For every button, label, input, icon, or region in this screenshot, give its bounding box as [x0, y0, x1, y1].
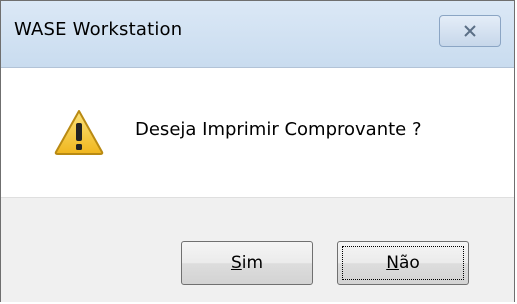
close-icon	[464, 25, 476, 37]
close-button[interactable]	[439, 15, 501, 47]
warning-icon	[53, 108, 105, 156]
yes-button[interactable]: Sim	[181, 241, 313, 285]
window-title: WASE Workstation	[14, 19, 183, 40]
button-bar: Sim Não	[1, 197, 514, 302]
title-bar[interactable]: WASE Workstation	[1, 1, 514, 68]
message-area: Deseja Imprimir Comprovante ?	[1, 68, 514, 197]
message-text: Deseja Imprimir Comprovante ?	[135, 119, 422, 140]
message-dialog: WASE Workstation Deseja Imprimir Comprov…	[0, 0, 515, 302]
no-button-label: Não	[386, 253, 420, 273]
yes-button-label: Sim	[230, 253, 264, 273]
no-button[interactable]: Não	[337, 241, 469, 285]
